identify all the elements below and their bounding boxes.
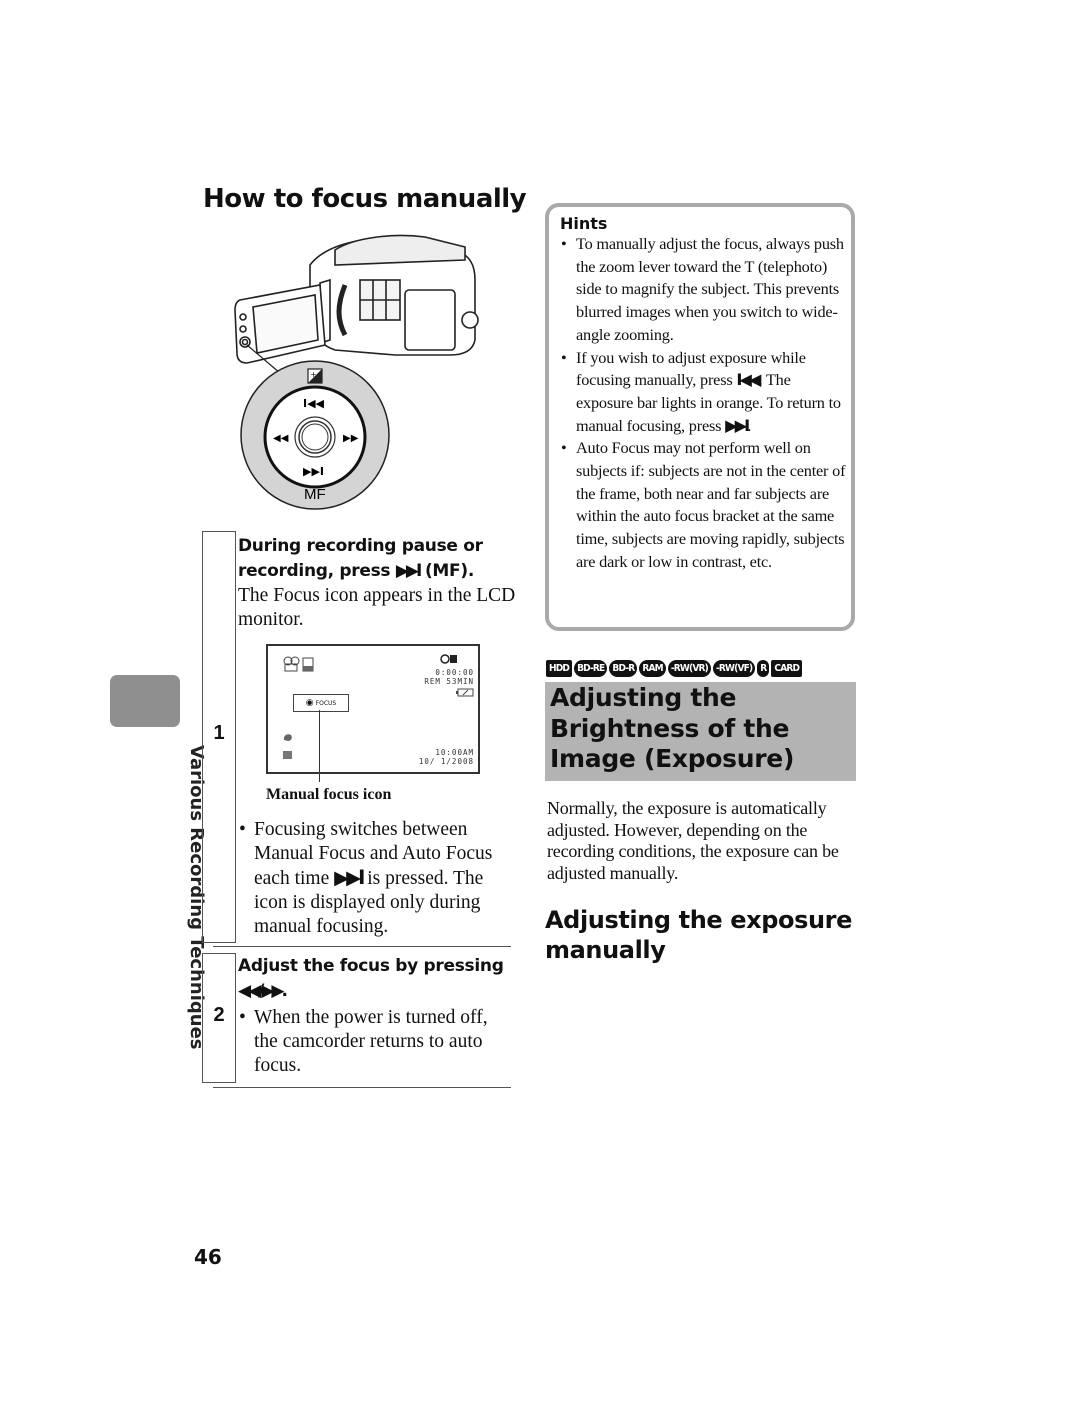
page-number: 46 bbox=[194, 1245, 222, 1269]
step-1-heading: During recording pause or recording, pre… bbox=[238, 536, 483, 581]
camera-mode-icon bbox=[283, 656, 314, 672]
hints-list: To manually adjust the focus, always pus… bbox=[560, 233, 846, 574]
media-badge-card: CARD bbox=[771, 660, 803, 677]
focus-ring-icon: ◉ bbox=[305, 698, 314, 708]
step-number: 2 bbox=[213, 1004, 225, 1026]
skip-forward-button-icon: ▶▶I bbox=[334, 866, 365, 889]
quality-icon bbox=[283, 751, 292, 759]
list-item: When the power is turned off, the camcor… bbox=[238, 1006, 513, 1078]
media-badge-hdd: HDD bbox=[546, 660, 573, 677]
svg-text:I◀◀: I◀◀ bbox=[303, 397, 325, 410]
media-badge-rw-vf: -RW(VF) bbox=[712, 660, 756, 677]
list-item: Focusing switches between Manual Focus a… bbox=[238, 818, 513, 939]
media-badge-rw-vr: -RW(VR) bbox=[667, 660, 711, 677]
lcd-monitor-display: 0:00:00 REM 53MIN ◉ FOCUS 10:00AM 10/ 1/… bbox=[266, 644, 480, 774]
section-title-focus: How to focus manually bbox=[203, 184, 527, 214]
step-2-heading: Adjust the focus by pressing ◀◀/▶▶. bbox=[238, 956, 504, 1001]
recording-indicator-icon bbox=[440, 654, 457, 664]
camcorder-icon bbox=[234, 234, 479, 364]
lcd-clock: 10:00AM bbox=[435, 748, 474, 757]
lcd-date: 10/ 1/2008 bbox=[418, 757, 474, 766]
svg-text:▶▶I: ▶▶I bbox=[303, 465, 324, 478]
list-item: If you wish to adjust exposure while foc… bbox=[560, 347, 846, 438]
skip-back-button-icon: I◀◀ bbox=[736, 370, 761, 390]
step-2-notes: When the power is turned off, the camcor… bbox=[238, 1006, 513, 1078]
media-badge-r: R bbox=[757, 660, 770, 677]
lcd-remaining-time: REM 53MIN bbox=[424, 677, 474, 686]
exposure-intro-text: Normally, the exposure is automatically … bbox=[547, 798, 839, 883]
step-1-notes: Focusing switches between Manual Focus a… bbox=[238, 818, 513, 939]
stabilizer-icon bbox=[283, 734, 292, 741]
rewind-fastforward-button-icon: ◀◀/▶▶ bbox=[238, 981, 284, 1001]
chapter-tab bbox=[110, 675, 180, 727]
divider bbox=[213, 946, 511, 947]
media-badge-ram: RAM bbox=[639, 660, 666, 677]
skip-forward-button-icon: ▶▶I bbox=[395, 561, 423, 581]
hints-title: Hints bbox=[560, 214, 608, 233]
controller-dial-icon: + I◀◀ ◀◀ ▶▶ ▶▶I MF bbox=[240, 360, 390, 510]
list-item: Auto Focus may not perform well on subje… bbox=[560, 437, 846, 573]
svg-text:+: + bbox=[310, 370, 317, 379]
divider bbox=[213, 1087, 511, 1088]
svg-text:MF: MF bbox=[304, 486, 326, 503]
battery-icon bbox=[456, 688, 474, 697]
manual-focus-icon: ◉ FOCUS bbox=[293, 694, 349, 712]
media-badges: HDD BD-RE BD-R RAM -RW(VR) -RW(VF) R CAR… bbox=[546, 660, 803, 677]
camcorder-illustration: + I◀◀ ◀◀ ▶▶ ▶▶I MF bbox=[234, 234, 479, 510]
svg-text:▶▶: ▶▶ bbox=[343, 433, 359, 444]
skip-forward-button-icon: ▶▶I bbox=[725, 415, 750, 435]
subheading-exposure-manual: Adjusting the exposure manually bbox=[545, 906, 852, 964]
svg-text:◀◀: ◀◀ bbox=[273, 433, 289, 444]
list-item: To manually adjust the focus, always pus… bbox=[560, 233, 846, 347]
media-badge-bd-r: BD-R bbox=[609, 660, 638, 677]
step-1-marker: 1 bbox=[202, 531, 236, 943]
lcd-counter: 0:00:00 bbox=[435, 668, 474, 677]
section-title-exposure: Adjusting the Brightness of the Image (E… bbox=[550, 683, 795, 773]
step-1-text: The Focus icon appears in the LCD monito… bbox=[238, 585, 516, 630]
media-badge-bd-re: BD-RE bbox=[574, 660, 608, 677]
callout-label: Manual focus icon bbox=[266, 786, 392, 803]
step-2-marker: 2 bbox=[202, 953, 236, 1083]
callout-line bbox=[319, 710, 320, 782]
step-number: 1 bbox=[213, 722, 225, 744]
